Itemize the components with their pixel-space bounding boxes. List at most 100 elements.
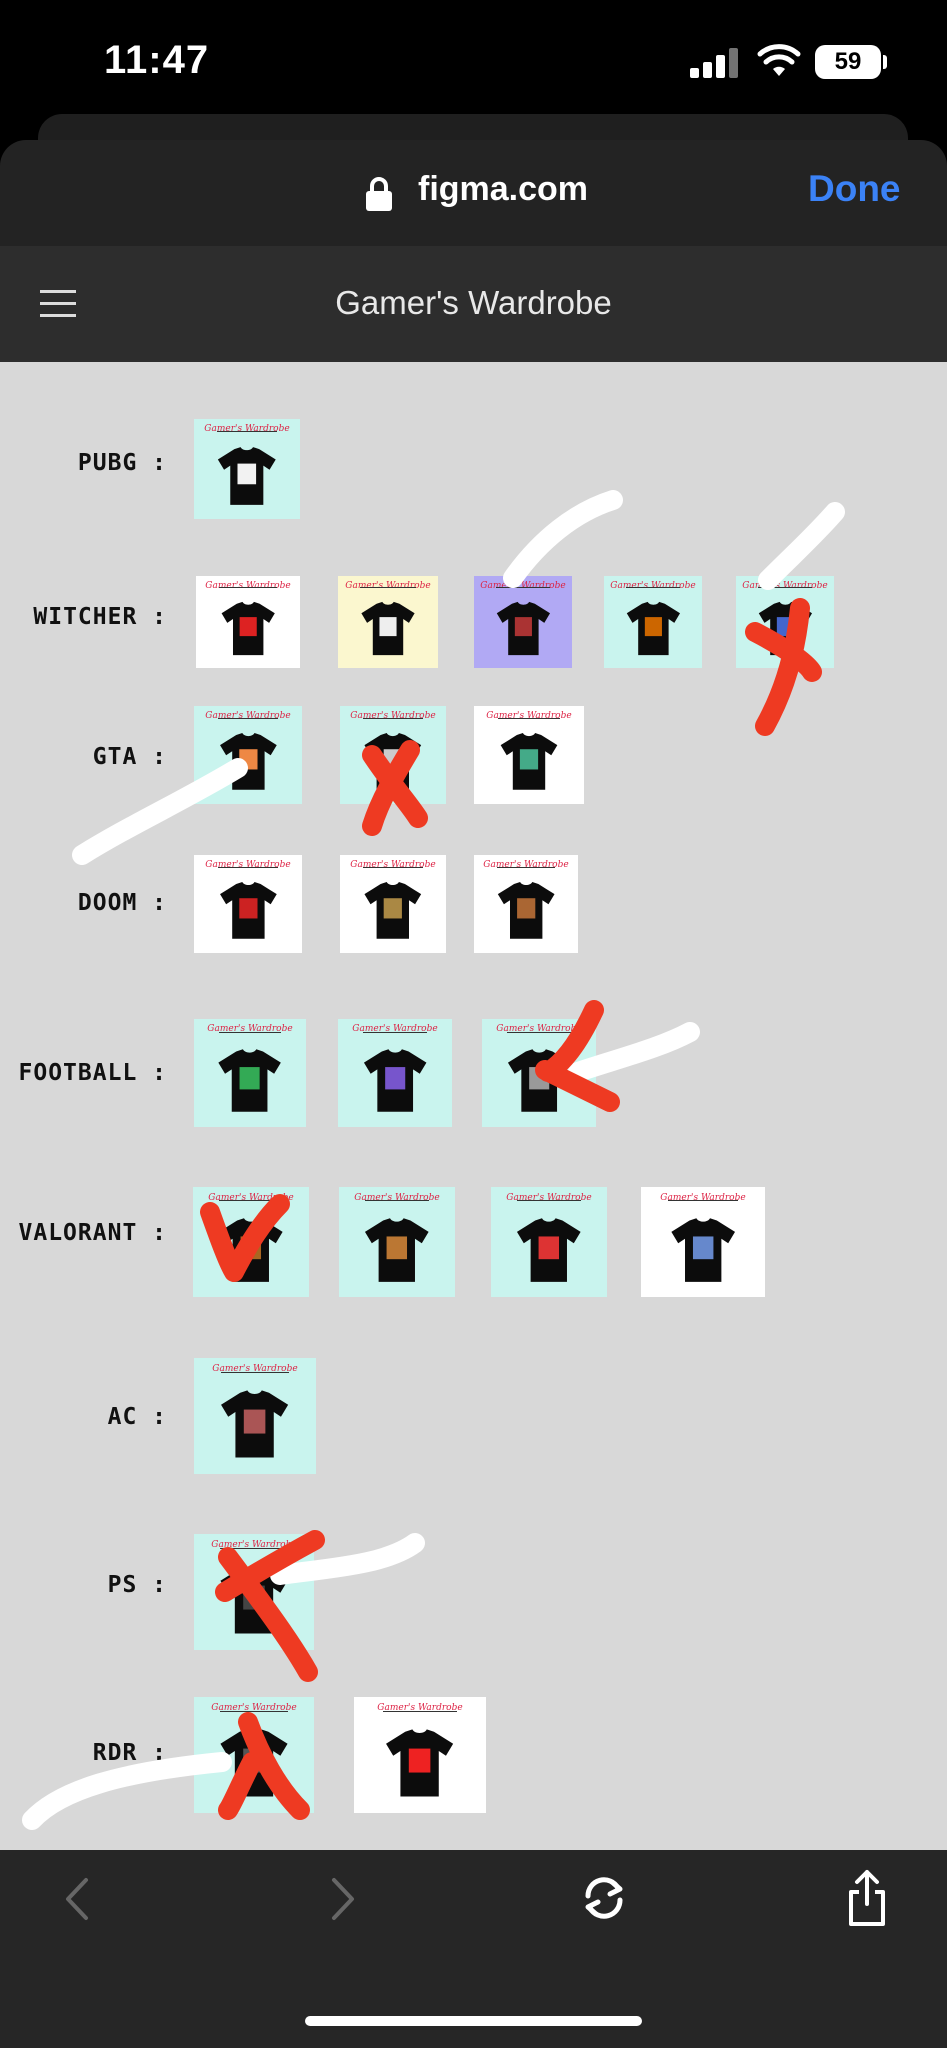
tshirt-thumbnail[interactable]: Gamer's Wardrobe bbox=[641, 1187, 765, 1297]
tshirt-icon bbox=[220, 1566, 288, 1634]
card-header-line bbox=[218, 587, 278, 589]
tshirt-icon bbox=[364, 882, 422, 940]
card-brand-text: Gamer's Wardrobe bbox=[345, 580, 431, 591]
card-brand-text: Gamer's Wardrobe bbox=[486, 710, 572, 721]
tshirt-print-graphic bbox=[238, 898, 258, 919]
battery-tip bbox=[883, 55, 887, 69]
tshirt-thumbnail[interactable]: Gamer's Wardrobe bbox=[196, 576, 300, 668]
tshirt-thumbnail[interactable]: Gamer's Wardrobe bbox=[193, 1187, 309, 1297]
tshirt-icon bbox=[219, 882, 277, 940]
tshirt-thumbnail[interactable]: Gamer's Wardrobe bbox=[340, 855, 446, 953]
card-brand-text: Gamer's Wardrobe bbox=[742, 580, 828, 591]
tshirt-thumbnail[interactable]: Gamer's Wardrobe bbox=[194, 1534, 314, 1650]
tshirt-thumbnail[interactable]: Gamer's Wardrobe bbox=[339, 1187, 455, 1297]
reload-icon[interactable] bbox=[578, 1874, 630, 1922]
tshirt-thumbnail[interactable]: Gamer's Wardrobe bbox=[338, 1019, 452, 1127]
tshirt-print-graphic bbox=[384, 1067, 406, 1090]
home-indicator[interactable] bbox=[305, 2016, 642, 2026]
card-header-line bbox=[383, 1710, 457, 1712]
wifi-icon bbox=[757, 44, 801, 76]
tshirt-thumbnail[interactable]: Gamer's Wardrobe bbox=[474, 706, 584, 804]
card-brand-text: Gamer's Wardrobe bbox=[350, 710, 436, 721]
tshirt-icon bbox=[517, 1217, 581, 1282]
card-header-line bbox=[220, 1710, 288, 1712]
card-header-line bbox=[507, 1031, 571, 1033]
card-header-line bbox=[217, 431, 277, 432]
card-header-line bbox=[495, 587, 551, 589]
tshirt-print-graphic bbox=[528, 1067, 550, 1090]
tshirt-icon bbox=[219, 1217, 283, 1282]
card-header-line bbox=[218, 1200, 284, 1202]
tshirt-print-graphic bbox=[240, 1236, 262, 1259]
row-label-ps: PS : bbox=[107, 1572, 167, 1598]
prototype-title: Gamer's Wardrobe bbox=[335, 284, 612, 321]
tshirt-print-graphic bbox=[516, 898, 536, 919]
tshirt-thumbnail[interactable]: Gamer's Wardrobe bbox=[482, 1019, 596, 1127]
tshirt-thumbnail[interactable]: Gamer's Wardrobe bbox=[194, 419, 300, 519]
tshirt-print-graphic bbox=[538, 1236, 560, 1259]
tshirt-icon bbox=[758, 601, 812, 656]
tshirt-print-graphic bbox=[692, 1236, 714, 1259]
share-icon[interactable] bbox=[845, 1868, 889, 1928]
tshirt-thumbnail[interactable]: Gamer's Wardrobe bbox=[194, 1697, 314, 1813]
card-header-line bbox=[360, 587, 416, 589]
row-label-football: FOOTBALL : bbox=[18, 1060, 167, 1086]
tshirt-icon bbox=[365, 1217, 429, 1282]
tshirt-icon bbox=[361, 601, 415, 656]
tshirt-print-graphic bbox=[239, 617, 257, 637]
url-text[interactable]: figma.com bbox=[418, 170, 588, 209]
row-label-doom: DOOM : bbox=[77, 890, 167, 916]
row-label-valorant: VALORANT : bbox=[18, 1220, 167, 1246]
tshirt-icon bbox=[218, 447, 276, 505]
tshirt-icon bbox=[671, 1217, 735, 1282]
card-header-line bbox=[218, 1031, 282, 1033]
tshirt-icon bbox=[386, 1729, 454, 1797]
card-header-line bbox=[363, 866, 423, 868]
tshirt-thumbnail[interactable]: Gamer's Wardrobe bbox=[340, 706, 446, 804]
tshirt-print-graphic bbox=[243, 1585, 265, 1610]
tshirt-icon bbox=[220, 1729, 288, 1797]
tshirt-print-graphic bbox=[244, 1409, 266, 1434]
card-brand-text: Gamer's Wardrobe bbox=[480, 580, 566, 591]
tshirt-thumbnail[interactable]: Gamer's Wardrobe bbox=[194, 1019, 306, 1127]
tshirt-thumbnail[interactable]: Gamer's Wardrobe bbox=[354, 1697, 486, 1813]
tshirt-thumbnail[interactable]: Gamer's Wardrobe bbox=[474, 855, 578, 953]
tshirt-print-graphic bbox=[238, 749, 258, 770]
tshirt-icon bbox=[507, 1049, 571, 1112]
tshirt-thumbnail[interactable]: Gamer's Wardrobe bbox=[338, 576, 438, 668]
tshirt-icon bbox=[219, 733, 277, 791]
card-brand-text: Gamer's Wardrobe bbox=[610, 580, 696, 591]
tshirt-print-graphic bbox=[409, 1748, 431, 1773]
status-bar: 11:47 59 bbox=[0, 0, 947, 110]
row-label-gta: GTA : bbox=[92, 744, 167, 770]
tshirt-thumbnail[interactable]: Gamer's Wardrobe bbox=[194, 855, 302, 953]
status-time: 11:47 bbox=[104, 38, 210, 82]
tshirt-print-graphic bbox=[237, 463, 257, 485]
tshirt-icon bbox=[364, 733, 422, 791]
tshirt-print-graphic bbox=[383, 749, 403, 770]
tshirt-print-graphic bbox=[514, 617, 532, 637]
prototype-canvas: PUBG : WITCHER : GTA : DOOM : FOOTBALL :… bbox=[0, 362, 947, 1850]
battery-level: 59 bbox=[815, 45, 881, 79]
card-header-line bbox=[217, 717, 279, 719]
chevron-left-icon[interactable] bbox=[62, 1876, 92, 1922]
card-header-line bbox=[516, 1200, 582, 1202]
chevron-right-icon[interactable] bbox=[328, 1876, 358, 1922]
tshirt-thumbnail[interactable]: Gamer's Wardrobe bbox=[474, 576, 572, 668]
tshirt-thumbnail[interactable]: Gamer's Wardrobe bbox=[491, 1187, 607, 1297]
row-label-witcher: WITCHER : bbox=[33, 604, 167, 630]
tshirt-thumbnail[interactable]: Gamer's Wardrobe bbox=[736, 576, 834, 668]
tshirt-thumbnail[interactable]: Gamer's Wardrobe bbox=[194, 706, 302, 804]
tshirt-icon bbox=[496, 601, 550, 656]
card-header-line bbox=[625, 587, 681, 589]
tshirt-icon bbox=[626, 601, 680, 656]
card-header-line bbox=[220, 1547, 288, 1549]
done-button[interactable]: Done bbox=[808, 168, 901, 210]
card-header-line bbox=[496, 866, 556, 868]
tshirt-thumbnail[interactable]: Gamer's Wardrobe bbox=[604, 576, 702, 668]
card-brand-text: Gamer's Wardrobe bbox=[483, 859, 569, 870]
tshirt-print-graphic bbox=[776, 617, 794, 637]
tshirt-thumbnail[interactable]: Gamer's Wardrobe bbox=[194, 1358, 316, 1474]
card-brand-text: Gamer's Wardrobe bbox=[204, 424, 290, 434]
row-label-rdr: RDR : bbox=[92, 1740, 167, 1766]
